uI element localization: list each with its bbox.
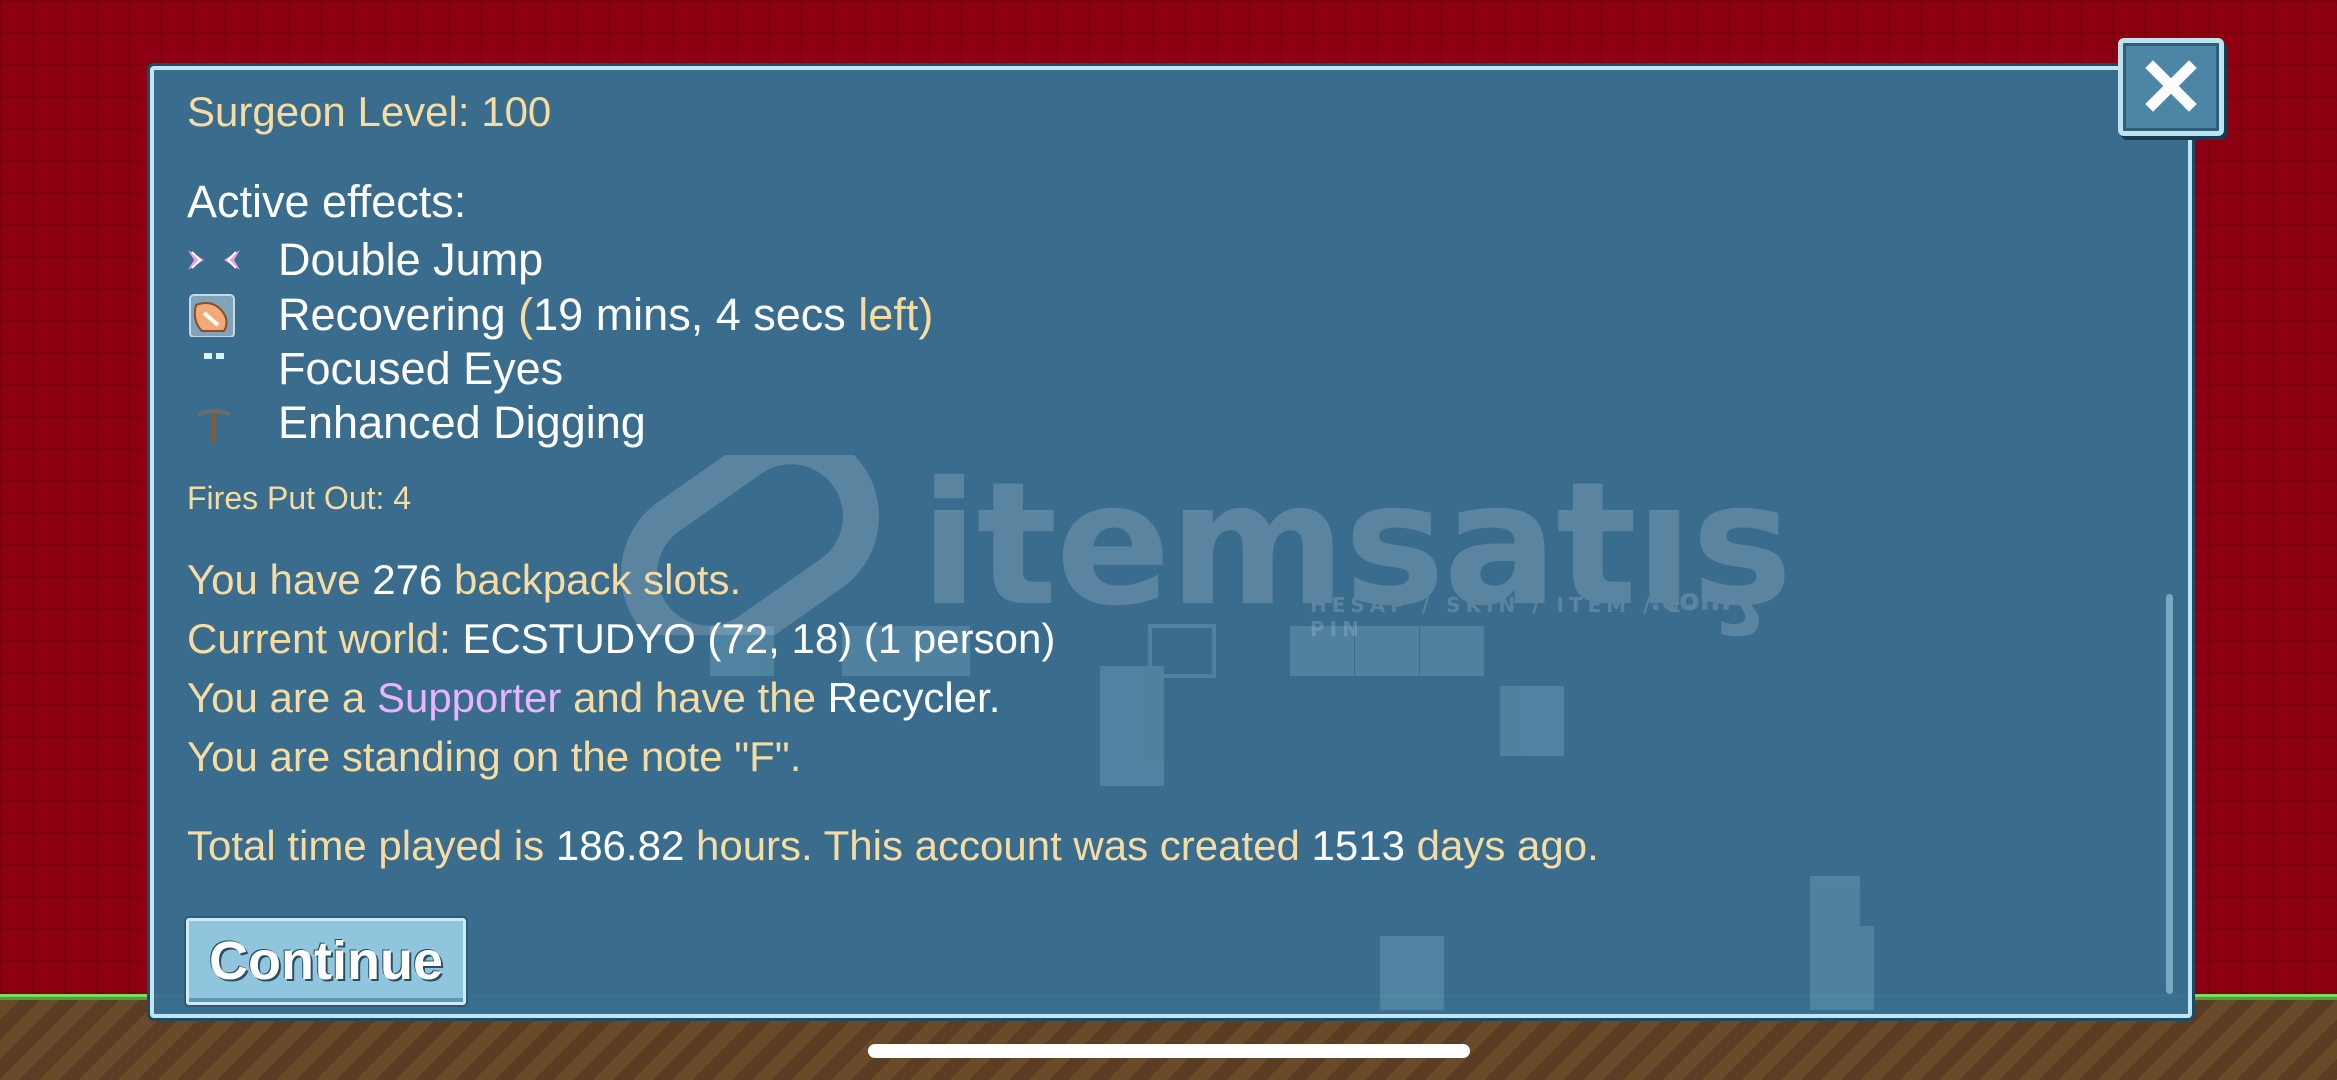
active-effects-heading: Active effects: xyxy=(187,176,467,227)
current-world: Current world: ECSTUDYO (72, 18) (1 pers… xyxy=(187,615,1055,663)
supporter-role: Supporter xyxy=(376,674,562,721)
close-icon xyxy=(2145,60,2197,112)
paren-close: ) xyxy=(918,289,934,340)
backpack-slots: You have 276 backpack slots. xyxy=(187,556,741,604)
account-age-days: 1513 xyxy=(1311,822,1405,869)
paren-open: ( xyxy=(518,289,534,340)
total-playtime: Total time played is 186.82 hours. This … xyxy=(187,822,1599,870)
double-jump-icon xyxy=(188,250,240,270)
focused-eyes-icon xyxy=(204,353,224,359)
recycler-item: Recycler xyxy=(827,674,989,721)
effect-name: Double Jump xyxy=(278,234,544,285)
playtime-p3: days ago. xyxy=(1416,822,1599,869)
surgeon-level-label: Surgeon Level: xyxy=(187,88,470,135)
status-mid: and have the xyxy=(573,674,816,721)
standing-note: You are standing on the note "F". xyxy=(187,733,802,780)
surgeon-level-value: 100 xyxy=(481,88,552,135)
pickaxe-icon xyxy=(197,409,231,443)
effect-name: Recovering xyxy=(278,289,506,340)
effect-name: Focused Eyes xyxy=(278,343,564,394)
world-player-count: (1 person) xyxy=(863,615,1056,662)
world-label: Current world: xyxy=(187,615,451,662)
effect-name: Enhanced Digging xyxy=(278,397,646,448)
effect-text: Recovering (19 mins, 4 secs left) xyxy=(278,289,933,341)
supporter-status: You are a Supporter and have the Recycle… xyxy=(187,674,1000,722)
status-end: . xyxy=(988,674,1001,721)
recovering-icon xyxy=(189,294,235,337)
playtime-p2: hours. This account was created xyxy=(695,822,1300,869)
timer-left-word: left xyxy=(858,289,919,340)
playtime-p1: Total time played is xyxy=(187,822,545,869)
backpack-value: 276 xyxy=(372,556,443,603)
backpack-post: backpack slots. xyxy=(454,556,742,603)
home-indicator[interactable] xyxy=(868,1044,1470,1058)
world-name: ECSTUDYO (72, 18) xyxy=(462,615,853,662)
continue-button[interactable]: Continue xyxy=(186,918,466,1005)
playtime-hours: 186.82 xyxy=(555,822,685,869)
surgeon-level: Surgeon Level: 100 xyxy=(187,88,551,136)
close-button[interactable] xyxy=(2118,38,2224,136)
fires-put-out: Fires Put Out: 4 xyxy=(187,480,412,516)
effect-timer: 19 mins, 4 secs xyxy=(533,289,846,340)
status-pre: You are a xyxy=(187,674,366,721)
backpack-pre: You have xyxy=(187,556,361,603)
